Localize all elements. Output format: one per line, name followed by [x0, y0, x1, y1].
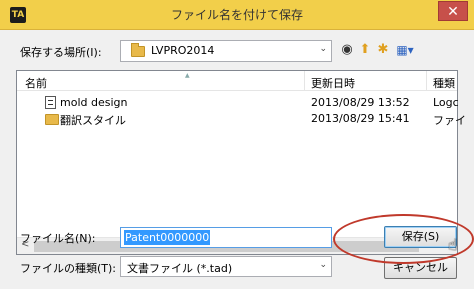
- file-modified: 2013/08/29 13:52: [311, 96, 410, 109]
- title-bar: TA ファイル名を付けて保存 ✕: [0, 0, 474, 30]
- save-button[interactable]: 保存(S): [384, 226, 457, 248]
- dialog-body: 保存する場所(I): LVPRO2014 ⌄ ◉ ⬆ ✱ ▦▾ 名前 ▲ 更新日…: [8, 30, 474, 289]
- up-folder-icon[interactable]: ⬆: [356, 40, 374, 60]
- file-name: mold design: [60, 96, 128, 109]
- column-header-name[interactable]: 名前: [25, 75, 47, 91]
- chevron-down-icon: ⌄: [319, 44, 327, 54]
- cancel-button[interactable]: キャンセル: [384, 257, 457, 279]
- column-divider[interactable]: [426, 71, 427, 91]
- list-item[interactable]: mold design 2013/08/29 13:52 Logc: [17, 95, 459, 111]
- file-type-value: 文書ファイル (*.tad): [127, 262, 233, 275]
- document-icon: [45, 96, 56, 110]
- look-in-value: LVPRO2014: [151, 44, 215, 57]
- file-type: ファイ: [433, 114, 466, 127]
- file-name-label: ファイル名(N):: [20, 232, 96, 245]
- column-divider[interactable]: [304, 71, 305, 91]
- file-type: Logc: [433, 96, 459, 109]
- sort-indicator-icon: ▲: [185, 72, 190, 79]
- window-title: ファイル名を付けて保存: [170, 8, 303, 22]
- look-in-label: 保存する場所(I):: [20, 46, 102, 59]
- file-name: 翻訳スタイル: [60, 114, 126, 127]
- folder-icon: [131, 43, 145, 57]
- new-folder-icon[interactable]: ✱: [374, 40, 392, 60]
- file-modified: 2013/08/29 15:41: [311, 112, 410, 125]
- column-header-modified[interactable]: 更新日時: [311, 75, 355, 91]
- close-button[interactable]: ✕: [438, 1, 468, 21]
- file-type-label: ファイルの種類(T):: [20, 262, 117, 275]
- view-menu-icon[interactable]: ▦▾: [392, 40, 418, 60]
- folder-icon: [45, 114, 59, 128]
- back-icon[interactable]: ◉: [338, 40, 356, 60]
- file-name-input[interactable]: Patent0000000: [120, 227, 332, 248]
- file-type-select[interactable]: 文書ファイル (*.tad) ⌄: [120, 256, 332, 277]
- mouse-cursor-icon: ☝: [448, 235, 458, 254]
- list-item[interactable]: 翻訳スタイル 2013/08/29 15:41 ファイ: [17, 111, 466, 128]
- list-header: 名前 ▲ 更新日時 種類: [17, 71, 457, 91]
- file-name-value: Patent0000000: [124, 230, 211, 245]
- chevron-down-icon: ⌄: [319, 260, 327, 270]
- look-in-combo[interactable]: LVPRO2014 ⌄: [120, 40, 332, 62]
- column-header-type[interactable]: 種類: [433, 75, 455, 91]
